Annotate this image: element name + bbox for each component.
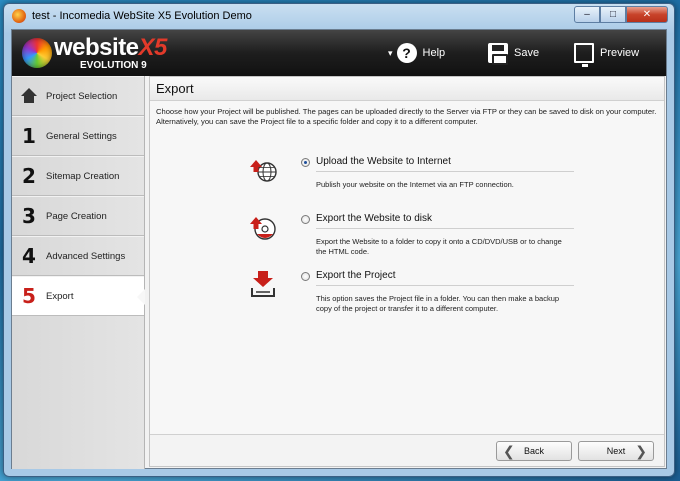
sidebar-item-label: Advanced Settings <box>46 250 126 262</box>
upload-radio[interactable] <box>301 158 310 167</box>
logo-main-text: website <box>54 33 139 61</box>
app-icon <box>12 9 26 23</box>
disk-radio[interactable] <box>301 215 310 224</box>
export-options: Upload the Website to Internet Publish y… <box>248 153 578 324</box>
chevron-right-icon: ❯ <box>635 443 647 459</box>
globe-upload-icon <box>250 160 277 182</box>
help-button[interactable]: ▾ ? Help <box>388 38 445 68</box>
step-number: 5 <box>22 284 36 308</box>
home-icon <box>21 88 37 104</box>
save-button[interactable]: Save <box>488 38 539 68</box>
sidebar-item-label: General Settings <box>46 130 117 142</box>
option-title: Upload the Website to Internet <box>316 156 451 167</box>
step-number: 4 <box>22 244 36 268</box>
divider <box>316 228 574 229</box>
top-toolbar: websiteX5 EVOLUTION 9 ▾ ? Help Save Prev… <box>12 30 666 76</box>
window-controls: – □ ✕ <box>574 6 668 23</box>
title-bar: test - Incomedia WebSite X5 Evolution De… <box>4 4 674 28</box>
option-description: Publish your website on the Internet via… <box>316 180 514 189</box>
sidebar-item-page-creation[interactable]: 3 Page Creation <box>12 196 144 236</box>
chevron-down-icon: ▾ <box>388 47 393 58</box>
window-title: test - Incomedia WebSite X5 Evolution De… <box>32 10 252 22</box>
preview-button[interactable]: Preview <box>574 38 639 68</box>
option-title: Export the Project <box>316 270 396 281</box>
step-number: 1 <box>22 124 36 148</box>
intro-text: Choose how your Project will be publishe… <box>156 107 657 126</box>
sidebar-item-advanced-settings[interactable]: 4 Advanced Settings <box>12 236 144 276</box>
logo-subtitle: EVOLUTION 9 <box>80 59 147 71</box>
option-title: Export the Website to disk <box>316 213 432 224</box>
main-panel: Export Choose how your Project will be p… <box>149 76 665 467</box>
app-window: test - Incomedia WebSite X5 Evolution De… <box>3 3 675 477</box>
sidebar-item-label: Project Selection <box>46 90 118 102</box>
sidebar-item-label: Export <box>46 290 74 302</box>
save-label: Save <box>514 47 540 59</box>
preview-icon <box>574 43 594 67</box>
next-label: Next <box>606 446 626 456</box>
option-export-project[interactable]: Export the Project This option saves the… <box>248 267 578 324</box>
sidebar-item-general-settings[interactable]: 1 General Settings <box>12 116 144 156</box>
sidebar-item-sitemap-creation[interactable]: 2 Sitemap Creation <box>12 156 144 196</box>
logo-accent-text: X5 <box>138 33 168 61</box>
logo-ball-icon <box>22 38 52 68</box>
close-button[interactable]: ✕ <box>626 6 668 23</box>
logo: websiteX5 EVOLUTION 9 <box>22 35 167 71</box>
chevron-left-icon: ❮ <box>503 443 515 459</box>
help-icon: ? <box>396 43 417 63</box>
help-label: Help <box>422 47 446 59</box>
project-radio[interactable] <box>301 272 310 281</box>
option-description: This option saves the Project file in a … <box>316 294 560 313</box>
maximize-button[interactable]: □ <box>600 6 626 23</box>
step-number: 3 <box>22 204 36 228</box>
save-icon <box>488 43 508 65</box>
minimize-button[interactable]: – <box>574 6 600 23</box>
preview-label: Preview <box>600 47 640 59</box>
app-content: websiteX5 EVOLUTION 9 ▾ ? Help Save Prev… <box>11 29 667 469</box>
divider <box>316 285 574 286</box>
sidebar-item-label: Page Creation <box>46 210 107 222</box>
page-title: Export <box>150 77 664 101</box>
divider <box>316 171 574 172</box>
next-button[interactable]: Next ❯ <box>578 441 654 461</box>
back-button[interactable]: ❮ Back <box>496 441 572 461</box>
sidebar-item-label: Sitemap Creation <box>46 170 120 182</box>
option-upload-website[interactable]: Upload the Website to Internet Publish y… <box>248 153 578 210</box>
footer-bar: ❮ Back Next ❯ <box>150 434 664 466</box>
step-number: 2 <box>22 164 36 188</box>
sidebar-item-export[interactable]: 5 Export <box>12 276 145 316</box>
project-download-icon <box>251 271 275 297</box>
option-export-to-disk[interactable]: Export the Website to disk Export the We… <box>248 210 578 267</box>
sidebar: Project Selection 1 General Settings 2 S… <box>12 76 145 469</box>
disk-export-icon <box>250 217 276 240</box>
sidebar-item-project-selection[interactable]: Project Selection <box>12 76 144 116</box>
option-description: Export the Website to a folder to copy i… <box>316 237 562 256</box>
back-label: Back <box>523 446 544 456</box>
